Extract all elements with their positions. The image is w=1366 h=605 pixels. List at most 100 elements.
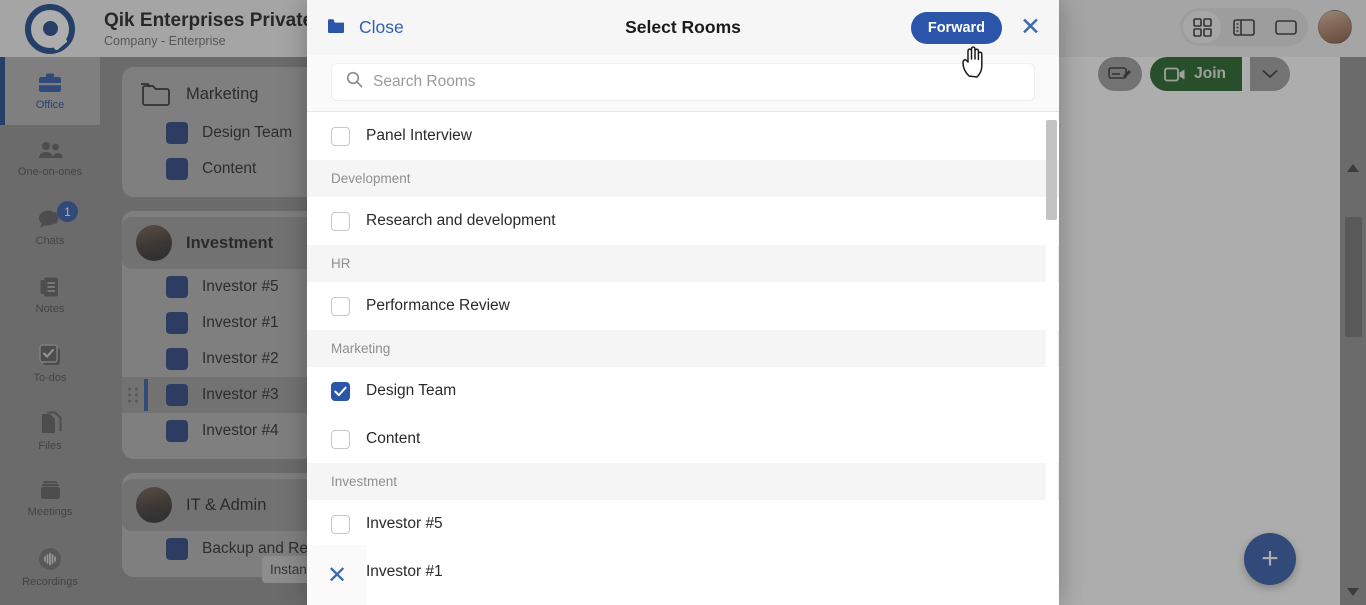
- room-color-swatch: [166, 158, 188, 180]
- sidebar-item-files[interactable]: Files: [0, 397, 100, 465]
- sidebar-item-chats[interactable]: 1 Chats: [0, 193, 100, 261]
- folder-icon: [327, 17, 345, 39]
- checkbox-checked[interactable]: [331, 381, 350, 401]
- scroll-down-icon[interactable]: [1340, 581, 1366, 603]
- list-item[interactable]: Design Team: [307, 367, 1059, 415]
- join-button[interactable]: Join: [1150, 57, 1242, 91]
- checkbox[interactable]: [331, 211, 350, 231]
- single-layout-icon[interactable]: [1267, 11, 1305, 43]
- sidebar-item-label: Notes: [35, 303, 65, 315]
- sidebar-rail: Office One-on-ones 1 Chats Notes To-dos: [0, 57, 100, 605]
- sidebar-item-label: Office: [35, 99, 65, 111]
- list-item[interactable]: Investor #2: [307, 596, 1059, 605]
- sidebar-item-office[interactable]: Office: [0, 57, 100, 125]
- add-button[interactable]: +: [1244, 533, 1296, 585]
- modal-close-link[interactable]: Close: [359, 17, 404, 38]
- close-icon[interactable]: ✕: [1016, 15, 1045, 40]
- join-label: Join: [1194, 65, 1226, 82]
- checkbox[interactable]: [331, 429, 350, 449]
- room-item-label: Investor #4: [202, 422, 279, 439]
- room-color-swatch: [166, 276, 188, 298]
- modal-header-left: Close: [327, 17, 404, 39]
- room-color-swatch: [166, 348, 188, 370]
- room-item-label: Investor #2: [202, 350, 279, 367]
- list-item-label: Design Team: [366, 382, 457, 399]
- room-color-swatch: [166, 312, 188, 334]
- list-group-header: HR: [307, 245, 1059, 282]
- sidebar-item-meetings[interactable]: Meetings: [0, 465, 100, 533]
- page-scrollbar-thumb[interactable]: [1345, 217, 1362, 337]
- rooms-list-inner: Panel Interview Development Research and…: [307, 112, 1059, 605]
- list-scrollbar-thumb[interactable]: [1046, 120, 1057, 220]
- briefcase-icon: [39, 73, 61, 92]
- qik-logo-icon: [25, 3, 75, 54]
- modal-header: Close Select Rooms Forward ✕: [307, 0, 1059, 55]
- avatar: [136, 487, 172, 523]
- list-item[interactable]: Investor #5: [307, 500, 1059, 548]
- list-item-label: Panel Interview: [366, 127, 472, 144]
- rooms-list[interactable]: Panel Interview Development Research and…: [307, 111, 1059, 605]
- room-color-swatch: [166, 384, 188, 406]
- list-item[interactable]: Performance Review: [307, 282, 1059, 330]
- list-item-label: Performance Review: [366, 297, 510, 314]
- video-camera-icon: [1164, 67, 1185, 81]
- room-item-label: Investor #3: [202, 386, 279, 403]
- sidebar-item-to-dos[interactable]: To-dos: [0, 329, 100, 397]
- mouse-cursor: [962, 46, 983, 78]
- chevron-down-icon[interactable]: [1250, 57, 1290, 91]
- list-item[interactable]: Content: [307, 415, 1059, 463]
- scroll-up-icon[interactable]: [1340, 157, 1366, 179]
- modal-header-right: Forward ✕: [910, 11, 1045, 44]
- room-group-title: Marketing: [186, 84, 259, 103]
- whiteboard-icon[interactable]: [1098, 57, 1143, 91]
- recordings-icon: [39, 548, 61, 570]
- list-group-header: Development: [307, 160, 1059, 197]
- list-item[interactable]: Panel Interview: [307, 112, 1059, 160]
- people-icon: [39, 142, 63, 158]
- room-color-swatch: [166, 122, 188, 144]
- search-icon: [346, 71, 363, 93]
- grid-layout-icon[interactable]: [1183, 11, 1221, 43]
- search-input[interactable]: Search Rooms: [331, 63, 1035, 101]
- layout-switcher: [1180, 8, 1308, 46]
- room-item-label: Investor #1: [202, 314, 279, 331]
- sidebar-item-label: Meetings: [27, 506, 73, 518]
- room-group-title: IT & Admin: [186, 495, 267, 514]
- folder-icon: [136, 81, 172, 107]
- screen-root: Qik Enterprises Private Limited Company …: [0, 0, 1366, 605]
- page-scrollbar[interactable]: [1340, 57, 1366, 605]
- avatar: [136, 225, 172, 261]
- room-color-swatch: [166, 538, 188, 560]
- checkbox[interactable]: [331, 126, 350, 146]
- checkbox[interactable]: [331, 514, 350, 534]
- checkbox[interactable]: [331, 296, 350, 316]
- drag-handle-icon[interactable]: [128, 387, 139, 403]
- meeting-toolbar: Join: [1098, 57, 1290, 91]
- room-group-title: Investment: [186, 233, 274, 252]
- room-color-swatch: [166, 420, 188, 442]
- sidebar-item-notes[interactable]: Notes: [0, 261, 100, 329]
- list-group-header: Investment: [307, 463, 1059, 500]
- list-item[interactable]: Research and development: [307, 197, 1059, 245]
- room-item-label: Design Team: [202, 124, 293, 141]
- forward-button[interactable]: Forward: [910, 11, 1003, 44]
- sidebar-item-label: Files: [38, 439, 62, 452]
- sidebar-item-label: Chats: [35, 235, 65, 247]
- sidebar-item-recordings[interactable]: Recordings: [0, 533, 100, 601]
- avatar[interactable]: [1318, 10, 1352, 44]
- sidebar-item-label: Recordings: [22, 576, 78, 588]
- header-right-controls: [1180, 8, 1352, 46]
- room-item-label: Investor #5: [202, 278, 279, 295]
- sidebar-item-label: To-dos: [33, 371, 67, 384]
- files-icon: [41, 411, 61, 433]
- checkbox-icon: [38, 343, 60, 365]
- list-item-label: Investor #1: [366, 563, 443, 580]
- sidebar-item-one-on-ones[interactable]: One-on-ones: [0, 125, 100, 193]
- app-logo[interactable]: [0, 3, 100, 54]
- sidebar-layout-icon[interactable]: [1225, 11, 1263, 43]
- list-item[interactable]: Investor #1: [307, 548, 1059, 596]
- bottom-close-button[interactable]: ✕: [307, 545, 367, 605]
- notes-icon: [40, 277, 58, 297]
- list-item-label: Research and development: [366, 212, 556, 229]
- sidebar-item-label: One-on-ones: [17, 166, 83, 178]
